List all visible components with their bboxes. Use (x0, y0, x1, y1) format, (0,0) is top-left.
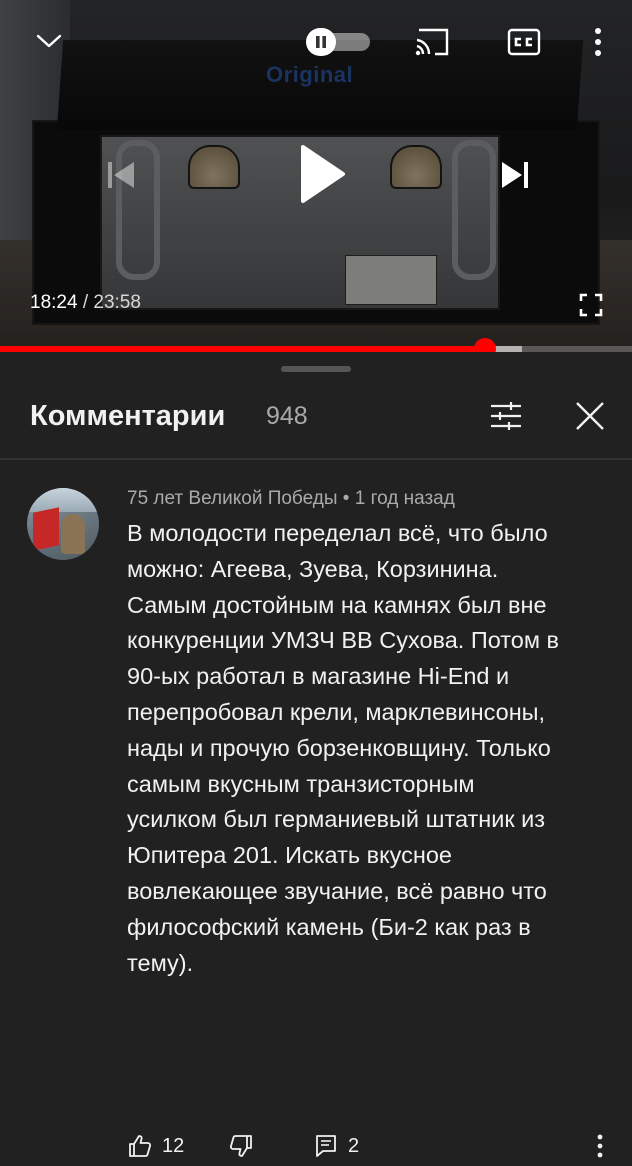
more-vertical-icon (595, 28, 601, 56)
thumbs-up-icon (129, 1135, 152, 1157)
dislike-button[interactable] (226, 1130, 256, 1162)
thumbs-down-icon (229, 1135, 252, 1157)
chevron-down-icon (36, 34, 62, 48)
play-pause-button[interactable] (292, 138, 352, 210)
pause-icon (316, 36, 326, 48)
video-more-options-button[interactable] (584, 22, 612, 62)
avatar-background (27, 488, 99, 512)
current-time: 18:24 (30, 292, 78, 313)
reply-comment-icon (316, 1135, 336, 1157)
comments-title: Комментарии (30, 400, 226, 432)
comments-count: 948 (266, 402, 308, 430)
comments-panel: Комментарии 948 75 лет Великой Победы • … (0, 352, 632, 1158)
like-button[interactable]: 12 (128, 1130, 184, 1162)
time-separator: / (82, 292, 89, 313)
close-comments-button[interactable] (570, 394, 610, 438)
play-icon (301, 145, 345, 203)
comments-header: Комментарии 948 (0, 384, 632, 458)
closed-captions-icon (507, 28, 541, 56)
meta-separator: • (342, 488, 350, 509)
more-vertical-icon (597, 1134, 603, 1158)
captions-button[interactable] (502, 24, 546, 60)
comment-more-options-button[interactable] (588, 1130, 612, 1162)
sort-filter-icon (491, 402, 521, 430)
previous-video-button[interactable] (96, 150, 146, 200)
fullscreen-button[interactable] (574, 288, 608, 322)
comment-text: В молодости переделал всё, что было можн… (127, 520, 560, 976)
fullscreen-icon (579, 293, 603, 317)
autoplay-toggle[interactable] (306, 28, 370, 56)
reply-count: 2 (348, 1134, 360, 1157)
close-icon (576, 402, 604, 430)
comment-meta: 75 лет Великой Победы • 1 год назад (127, 488, 455, 510)
like-count: 12 (162, 1134, 185, 1157)
cast-button[interactable] (410, 24, 454, 60)
comment-actions: 12 2 (0, 1126, 632, 1166)
header-divider (0, 458, 632, 460)
reply-button[interactable]: 2 (314, 1130, 359, 1162)
video-player[interactable]: Original 18:24 / 23:58 (0, 0, 632, 350)
next-video-button[interactable] (490, 150, 540, 200)
autoplay-knob (306, 28, 336, 56)
comment-author[interactable]: 75 лет Великой Победы (127, 488, 338, 509)
comment-timestamp: 1 год назад (354, 488, 455, 509)
avatar[interactable] (27, 488, 99, 560)
panel-drag-handle[interactable] (281, 366, 351, 372)
skip-previous-icon (108, 162, 134, 188)
avatar-figure (61, 514, 85, 554)
time-display: 18:24 / 23:58 (30, 292, 141, 314)
avatar-flag (33, 507, 59, 551)
skip-next-icon (502, 162, 528, 188)
minimize-player-button[interactable] (30, 24, 68, 58)
cast-icon (415, 28, 449, 56)
video-duration: 23:58 (93, 292, 141, 313)
sort-comments-button[interactable] (486, 394, 526, 438)
